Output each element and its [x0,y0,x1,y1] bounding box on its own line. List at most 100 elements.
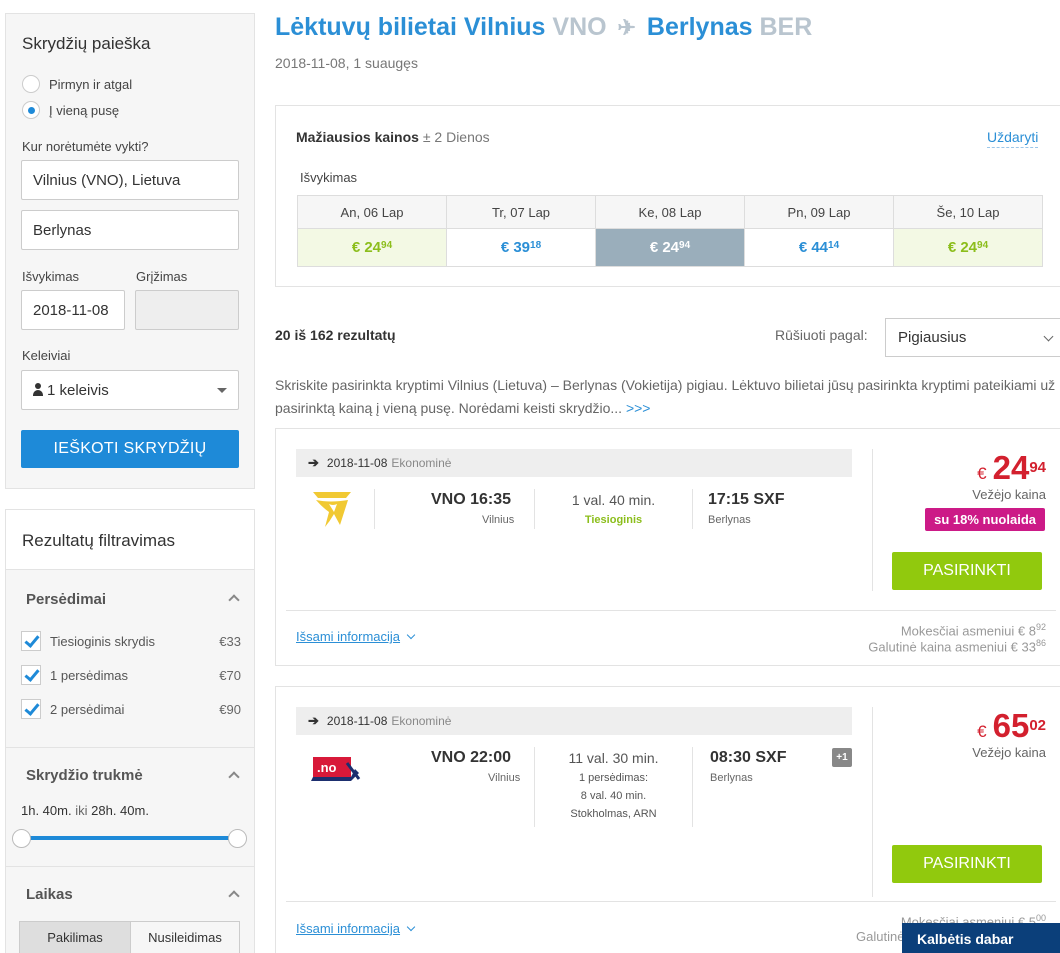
total-label: Galutinė kaina asmeniui € [868,639,1018,655]
radio-label: Į vieną pusę [49,102,120,118]
calendar-day-label: Ke, 08 Lap [596,196,744,229]
filter-label: Tiesioginis skrydis [50,633,155,649]
calendar-day[interactable]: An, 06 Lap € 24 94 [297,195,447,267]
calendar-day[interactable]: Še, 10 Lap € 24 94 [893,195,1043,267]
filter-panel-title: Rezultatų filtravimas [6,510,254,570]
sort-label: Rūšiuoti pagal: [775,327,868,343]
price-dec: 94 [381,240,393,251]
calendar-day-selected[interactable]: Ke, 08 Lap € 24 94 [595,195,745,267]
search-flights-button[interactable]: IEŠKOTI SKRYDŽIŲ [21,430,239,468]
filter-direct[interactable]: Tiesioginis skrydis €33 [21,629,241,653]
read-more-link[interactable]: >>> [626,400,651,416]
price-dec: 94 [679,240,691,251]
ryanair-logo-icon [313,492,351,527]
sort-value: Pigiausius [898,329,967,346]
separator [534,489,535,529]
stops-filter-title[interactable]: Persėdimai [26,591,106,608]
details-link[interactable]: Išsami informacija [296,921,416,936]
search-panel-title: Skrydžių paieška [22,34,151,53]
price-int: 24 [960,239,978,256]
duration-slider-min-handle[interactable] [12,829,31,848]
live-chat-button[interactable]: Kalbėtis dabar [902,923,1060,953]
calendar-day-label: An, 06 Lap [298,196,446,229]
details-link-text: Išsami informacija [296,921,401,936]
radio-one-way[interactable]: Į vieną pusę [22,101,119,119]
details-link[interactable]: Išsami informacija [296,629,416,644]
flight-card: ➔ 2018-11-08 Ekonominė .no VNO 22:00 Vil… [275,686,1060,953]
chevron-up-icon[interactable] [228,771,240,783]
filter-one-stop[interactable]: 1 persėdimas €70 [21,663,241,687]
filter-label: 1 persėdimas [50,667,129,683]
checkbox-checked[interactable] [21,699,41,719]
calendar-day-price[interactable]: € 24 94 [298,229,446,266]
radio-label: Pirmyn ir atgal [49,76,133,92]
currency: € [351,239,361,256]
search-panel: Skrydžių paieška Pirmyn ir atgal Į vieną… [5,13,255,489]
calendar-close-link[interactable]: Uždaryti [987,129,1039,148]
select-flight-button[interactable]: PASIRINKTI [892,552,1042,590]
stopover-count: 1 persėdimas: [578,772,649,784]
calendar-day-price[interactable]: € 24 94 [894,229,1042,266]
duration-filter-title[interactable]: Skrydžio trukmė [26,767,143,784]
title-from: Lėktuvų bilietai Vilnius [275,13,546,41]
duration-slider-track[interactable] [22,836,238,840]
title-to: Berlynas [646,13,753,41]
currency: € [649,239,659,256]
duration-range-text: 1h. 40m. iki 28h. 40m. [21,803,149,818]
flight-price: €6502 [977,707,1046,745]
duration-min: 1h. 40m. [21,803,72,818]
checkbox-checked[interactable] [21,665,41,685]
price-dec: 18 [530,240,542,251]
duration-slider-max-handle[interactable] [228,829,247,848]
departure-city: Vilnius [488,772,521,784]
calendar-day-price[interactable]: € 44 14 [745,229,893,266]
departure-time: VNO 22:00 [431,749,512,766]
radio-round-trip[interactable]: Pirmyn ir atgal [22,75,132,93]
tab-landing[interactable]: Nusileidimas [130,921,240,953]
filter-price: €70 [219,667,241,683]
destination-field[interactable]: Berlynas [21,210,239,250]
calendar-day[interactable]: Tr, 07 Lap € 39 18 [446,195,596,267]
time-filter-title[interactable]: Laikas [26,886,73,903]
calendar-day-label: Pn, 09 Lap [745,196,893,229]
chevron-up-icon[interactable] [228,890,240,902]
chevron-down-icon [406,922,416,932]
svg-text:.no: .no [317,760,337,775]
calendar-day-price[interactable]: € 24 94 [596,229,744,266]
flight-date: 2018-11-08 [326,714,388,728]
price-dec: 94 [1029,459,1046,477]
calendar-day-label: Tr, 07 Lap [447,196,595,229]
calendar-day-label: Še, 10 Lap [894,196,1042,229]
total-line: Galutinė kaina asmeniui € 3386 [868,638,1046,654]
return-label: Grįžimas [136,269,188,284]
details-link-text: Išsami informacija [296,629,401,644]
filter-panel: Rezultatų filtravimas Persėdimai Tiesiog… [5,509,255,953]
price-dec: 14 [828,240,840,251]
currency: € [947,239,957,256]
price-int: 65 [992,707,1030,744]
sort-select[interactable]: Pigiausius [885,318,1060,357]
plane-icon: ✈ [617,15,636,40]
departure-time: VNO 16:35 [431,491,512,508]
tab-takeoff[interactable]: Pakilimas [19,921,131,953]
passengers-select[interactable]: 1 keleivis [21,370,239,410]
departure-date-field[interactable]: 2018-11-08 [21,290,125,330]
radio-button[interactable] [22,75,40,93]
calendar-day-price[interactable]: € 39 18 [447,229,595,266]
departure-city: Vilnius [482,514,515,526]
price-dec: 94 [977,240,989,251]
chevron-up-icon[interactable] [228,594,240,606]
flight-price: €2494 [977,449,1046,487]
origin-field[interactable]: Vilnius (VNO), Lietuva [21,160,239,200]
select-flight-button[interactable]: PASIRINKTI [892,845,1042,883]
filter-price: €90 [219,701,241,717]
calendar-departure-label: Išvykimas [300,170,358,185]
arrow-right-icon: ➔ [308,455,319,470]
checkbox-checked[interactable] [21,631,41,651]
calendar-day[interactable]: Pn, 09 Lap € 44 14 [744,195,894,267]
arrival-time: 17:15 SXF [708,491,785,508]
return-date-field[interactable] [135,290,239,330]
currency: € [500,239,510,256]
radio-button[interactable] [22,101,40,119]
filter-two-stops[interactable]: 2 persėdimai €90 [21,697,241,721]
